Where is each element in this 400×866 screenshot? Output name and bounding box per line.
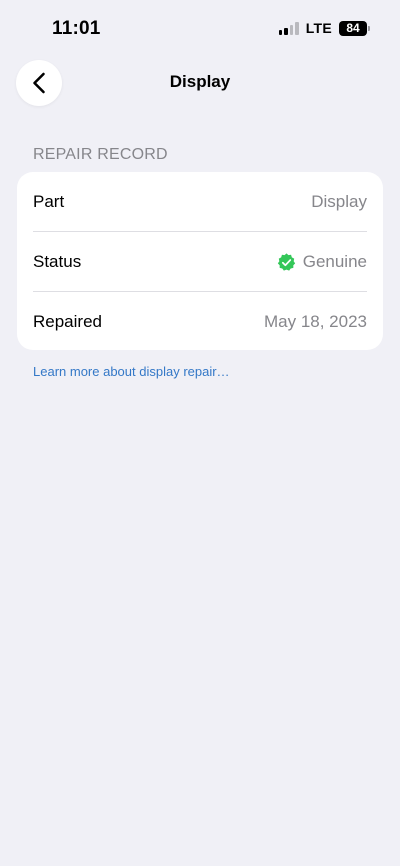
row-value-status-container: Genuine [276,252,367,273]
verified-badge-icon [277,252,295,271]
row-label-part: Part [33,192,65,211]
learn-more-link[interactable]: Learn more about display repair… [33,364,230,379]
battery-level: 84 [339,20,367,36]
row-value-status: Genuine [302,252,367,271]
status-bar: 11:01 LTE 84 [0,0,400,56]
network-type: LTE [305,20,332,36]
row-value-part: Display [311,192,367,211]
row-status: Status Genuine [17,232,383,292]
row-label-status: Status [33,252,82,271]
row-repaired: Repaired May 18, 2023 [17,292,383,350]
status-indicators: LTE 84 [278,20,370,36]
cellular-signal-icon [278,21,299,35]
row-label-repaired: Repaired [33,312,102,331]
row-part: Part Display [17,172,383,232]
section-header-repair-record: REPAIR RECORD [33,146,168,163]
battery-icon: 84 [339,20,370,36]
repair-record-card: Part Display Status Genuine Repaired May… [17,172,383,350]
status-time: 11:01 [52,18,101,39]
row-value-repaired: May 18, 2023 [263,312,367,331]
page-title: Display [169,72,231,91]
